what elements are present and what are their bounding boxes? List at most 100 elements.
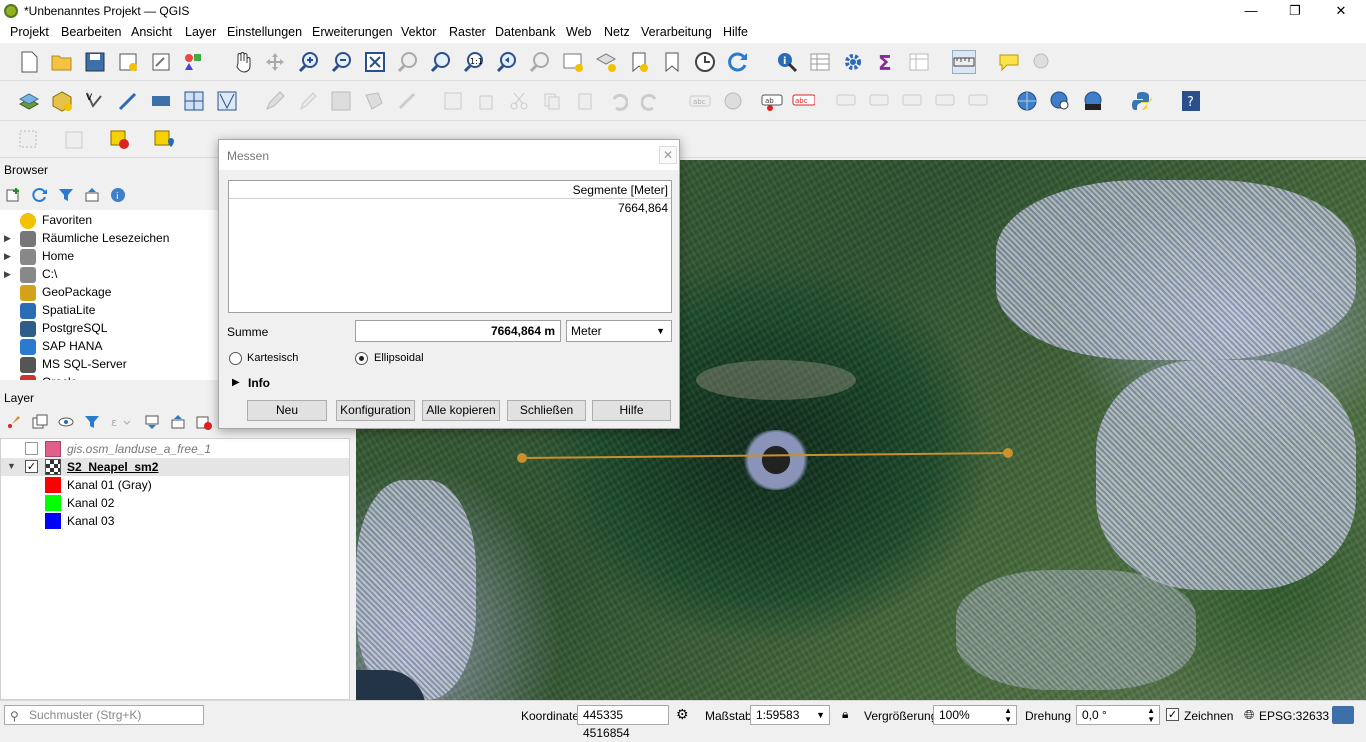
cut-features-icon[interactable]	[507, 89, 531, 113]
undo-icon[interactable]	[606, 89, 630, 113]
expand-arrow-icon[interactable]: ▶	[4, 233, 11, 244]
expand-arrow-icon[interactable]: ▼	[7, 461, 16, 471]
configuration-button[interactable]: Konfiguration	[336, 400, 415, 421]
open-project-icon[interactable]	[50, 50, 74, 74]
expand-arrow-icon[interactable]: ▶	[4, 251, 11, 262]
zoom-out-icon[interactable]	[330, 50, 354, 74]
toggle-extents-icon[interactable]: ⚙	[676, 706, 689, 723]
new-button[interactable]: Neu	[247, 400, 327, 421]
save-project-icon[interactable]	[83, 50, 107, 74]
remove-layer-icon[interactable]	[196, 414, 214, 430]
scale-field[interactable]: 1:59583 ▼	[750, 705, 830, 725]
zoom-in-icon[interactable]	[297, 50, 321, 74]
data-source-manager-icon[interactable]	[17, 89, 41, 113]
measure-vertex[interactable]	[517, 453, 527, 463]
new-bookmark-icon[interactable]	[627, 50, 651, 74]
new-virtual-layer-icon[interactable]	[182, 89, 206, 113]
browser-item[interactable]: SAP HANA	[0, 338, 216, 356]
segments-table[interactable]: Segmente [Meter] 7664,864	[228, 180, 672, 313]
globe-search-icon[interactable]	[1048, 89, 1072, 113]
map-tips-icon[interactable]	[997, 50, 1021, 74]
menu-einstellungen[interactable]: Einstellungen	[227, 25, 302, 39]
locator-search-input[interactable]: Suchmuster (Strg+K)	[4, 705, 204, 725]
rotation-field[interactable]: 0,0 ° ▲ ▼	[1076, 705, 1160, 725]
edit-pencil-icon[interactable]	[296, 89, 320, 113]
expand-all-icon[interactable]	[144, 414, 162, 430]
zoom-next-icon[interactable]	[528, 50, 552, 74]
vertex-tool-icon[interactable]	[395, 89, 419, 113]
close-dialog-button[interactable]: Schließen	[507, 400, 586, 421]
zoom-last-icon[interactable]	[495, 50, 519, 74]
measure-vertex[interactable]	[1003, 448, 1013, 458]
close-button[interactable]: ✕	[1318, 0, 1364, 23]
messages-icon[interactable]	[1332, 706, 1354, 724]
coordinate-field[interactable]: 445335 4516854	[577, 705, 669, 740]
crs-globe-icon[interactable]: 🌐︎	[1244, 707, 1254, 723]
measure-line-icon[interactable]	[952, 50, 976, 74]
browser-item[interactable]: Oracle	[0, 374, 216, 380]
menu-web[interactable]: Web	[566, 25, 591, 39]
properties-icon[interactable]: i	[110, 187, 128, 203]
browser-item[interactable]: ▶ Home	[0, 248, 216, 266]
temporal-controller-icon[interactable]	[693, 50, 717, 74]
filter-by-expression-icon[interactable]: ε	[110, 414, 136, 430]
refresh-browser-icon[interactable]	[32, 187, 50, 203]
label-pin-icon[interactable]: ab	[760, 89, 784, 113]
layer-visibility-checkbox[interactable]: ✓	[25, 460, 38, 473]
zoom-full-icon[interactable]	[363, 50, 387, 74]
add-selected-layers-icon[interactable]	[6, 187, 24, 203]
browser-item[interactable]: SpatiaLite	[0, 302, 216, 320]
new-geopackage-layer-icon[interactable]	[50, 89, 74, 113]
filter-legend-icon[interactable]	[84, 414, 102, 430]
new-temporary-layer-icon[interactable]	[149, 89, 173, 113]
new-mesh-layer-icon[interactable]	[215, 89, 239, 113]
new-map-view-icon[interactable]	[561, 50, 585, 74]
style-manager-icon[interactable]	[181, 50, 205, 74]
layer-diagram-icon[interactable]	[721, 89, 745, 113]
statistics-summary-icon[interactable]: Σ	[874, 50, 898, 74]
label-change-icon[interactable]	[933, 89, 957, 113]
dialog-close-button[interactable]: ✕	[659, 146, 677, 164]
layer-styling-icon[interactable]	[6, 414, 24, 430]
layer-row-landuse[interactable]: gis.osm_landuse_a_free_1	[1, 440, 349, 458]
unit-select[interactable]: Meter ▼	[566, 320, 672, 342]
browser-item[interactable]: GeoPackage	[0, 284, 216, 302]
deselect-all-icon[interactable]	[108, 128, 132, 152]
minimize-button[interactable]: —	[1228, 0, 1274, 23]
menu-hilfe[interactable]: Hilfe	[723, 25, 748, 39]
processing-toolbox-icon[interactable]	[841, 50, 865, 74]
add-polygon-icon[interactable]	[362, 89, 386, 113]
menu-bearbeiten[interactable]: Bearbeiten	[61, 25, 121, 39]
browser-item[interactable]: ▶ Räumliche Lesezeichen	[0, 230, 216, 248]
zoom-native-resolution-icon[interactable]: 1:1	[462, 50, 486, 74]
select-features-icon[interactable]	[17, 128, 41, 152]
new-print-layout-icon[interactable]	[116, 50, 140, 74]
ellipsoidal-radio[interactable]	[355, 352, 368, 365]
collapse-layers-icon[interactable]	[170, 414, 188, 430]
help-icon[interactable]: ?	[1179, 89, 1203, 113]
layout-manager-icon[interactable]	[149, 50, 173, 74]
label-show-hide-icon[interactable]	[834, 89, 858, 113]
label-highlight-icon[interactable]: abc	[791, 89, 815, 113]
menu-netz[interactable]: Netz	[604, 25, 630, 39]
menu-erweiterungen[interactable]: Erweiterungen	[312, 25, 393, 39]
edit-toggle-icon[interactable]	[263, 89, 287, 113]
save-edits-icon[interactable]	[329, 89, 353, 113]
menu-raster[interactable]: Raster	[449, 25, 486, 39]
new-project-icon[interactable]	[17, 50, 41, 74]
identify-features-icon[interactable]: i	[775, 50, 799, 74]
select-by-location-icon[interactable]	[152, 128, 176, 152]
menu-ansicht[interactable]: Ansicht	[131, 25, 172, 39]
layer-row-s2-neapel[interactable]: ▼ ✓ S2_Neapel_sm2	[1, 458, 349, 476]
menu-projekt[interactable]: Projekt	[10, 25, 49, 39]
crs-label[interactable]: EPSG:32633	[1259, 709, 1329, 723]
info-label[interactable]: Info	[248, 376, 270, 390]
refresh-icon[interactable]	[726, 50, 750, 74]
copy-features-icon[interactable]	[540, 89, 564, 113]
render-checkbox[interactable]: ✓	[1166, 708, 1179, 721]
sum-value-field[interactable]: 7664,864 m	[355, 320, 561, 342]
browser-item[interactable]: MS SQL-Server	[0, 356, 216, 374]
browser-item[interactable]: ▶ C:\	[0, 266, 216, 284]
copy-all-button[interactable]: Alle kopieren	[422, 400, 500, 421]
python-console-icon[interactable]	[1130, 89, 1154, 113]
